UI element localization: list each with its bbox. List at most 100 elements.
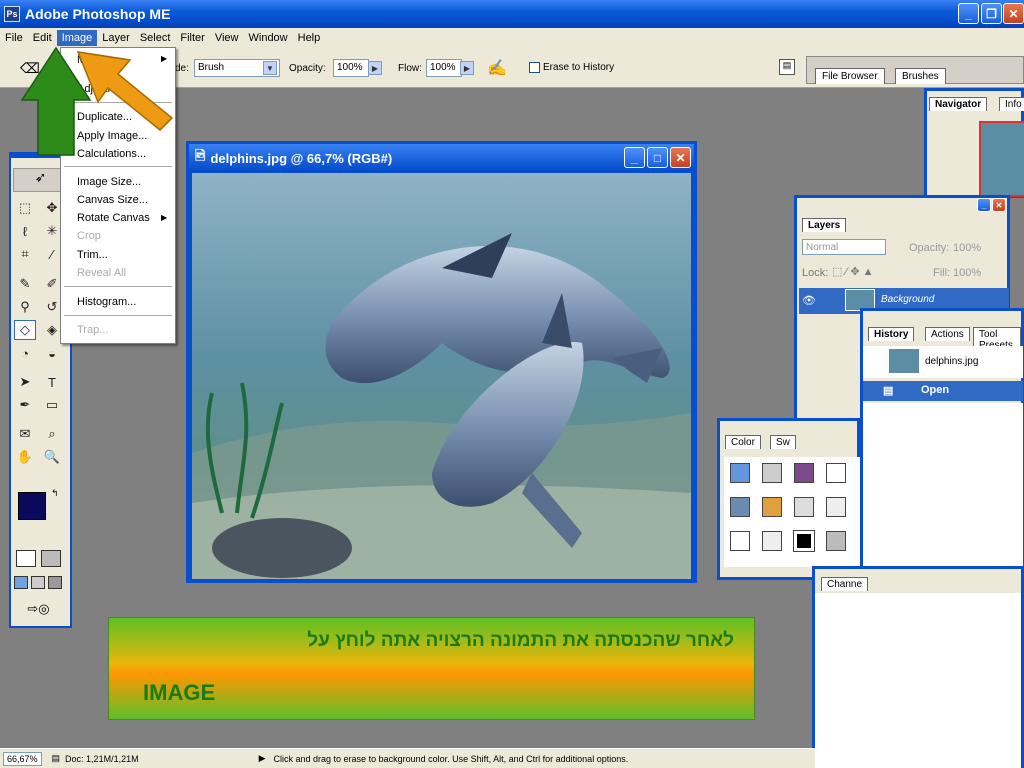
history-state-row[interactable]: ▤ Open <box>863 381 1023 401</box>
style-swatch[interactable] <box>826 463 846 483</box>
tab-brushes[interactable]: Brushes <box>895 68 946 84</box>
clone-stamp-tool-icon[interactable]: ⚲ <box>14 297 36 317</box>
opacity-arrow-icon[interactable]: ▶ <box>368 61 382 75</box>
orange-diagonal-arrow-icon <box>76 51 174 132</box>
style-swatch[interactable] <box>794 497 814 517</box>
menu-item-histogram[interactable]: Histogram... <box>77 294 136 310</box>
quick-mask-mode-icon[interactable] <box>41 550 61 567</box>
fill-value[interactable]: 100% <box>953 267 981 279</box>
doc-size: Doc: 1,21M/1,21M <box>65 753 139 764</box>
foreground-color-swatch[interactable] <box>18 492 46 520</box>
layers-minimize-button[interactable]: _ <box>977 198 991 212</box>
zoom-field[interactable]: 66,67% <box>3 751 42 766</box>
image-canvas[interactable] <box>192 173 691 579</box>
swap-colors-icon[interactable]: ↰ <box>51 488 59 499</box>
swatches-panel: Color Sw <box>717 418 860 580</box>
submenu-arrow-icon: ▶ <box>161 213 168 222</box>
menu-item-trim[interactable]: Trim... <box>77 247 108 263</box>
navigator-panel: Navigator Info <box>924 88 1024 198</box>
path-selection-tool-icon[interactable]: ➤ <box>14 372 36 392</box>
flow-input[interactable]: 100% <box>426 59 462 77</box>
tab-channels[interactable]: Channe <box>821 577 869 591</box>
image-window-title-bar: 🖻 delphins.jpg @ 66,7% (RGB#) <box>189 144 694 172</box>
style-swatch[interactable] <box>730 463 750 483</box>
screen-mode-full-menu-icon[interactable] <box>31 576 45 589</box>
tab-swatches[interactable]: Sw <box>770 435 796 449</box>
minimize-button[interactable]: _ <box>958 3 979 24</box>
menu-item-rotate-canvas[interactable]: Rotate Canvas <box>77 210 150 226</box>
palette-well-icon[interactable]: ▤ <box>779 59 795 75</box>
screen-mode-full-icon[interactable] <box>48 576 62 589</box>
style-swatch[interactable] <box>762 497 782 517</box>
menu-item-image-size[interactable]: Image Size... <box>77 174 141 190</box>
eraser-tool-icon[interactable]: ◇ <box>14 320 36 340</box>
jump-to-imageready-icon[interactable]: ⇨◎ <box>16 601 61 619</box>
tab-history[interactable]: History <box>868 327 915 341</box>
lasso-tool-icon[interactable]: ℓ <box>14 221 36 241</box>
caption-hebrew-text: לאחר שהכנסתה את התמונה הרצויה אתה לוחץ ע… <box>307 630 734 651</box>
dodge-tool-icon[interactable]: ◒ <box>41 343 63 363</box>
restore-button[interactable]: ❐ <box>981 3 1002 24</box>
tab-info[interactable]: Info <box>999 97 1024 111</box>
navigator-thumbnail[interactable] <box>979 121 1024 197</box>
layers-opacity-label: Opacity: <box>909 242 950 254</box>
style-swatch[interactable] <box>762 463 782 483</box>
style-swatch[interactable] <box>730 497 750 517</box>
status-arrow-icon[interactable]: ▶ <box>259 753 266 764</box>
pen-tool-icon[interactable]: ✒ <box>14 395 36 415</box>
menu-item-canvas-size[interactable]: Canvas Size... <box>77 192 148 208</box>
eyedropper-tool-icon[interactable]: ⌕ <box>41 424 63 444</box>
tab-color[interactable]: Color <box>725 435 761 449</box>
hand-tool-icon[interactable]: ✋ <box>14 447 36 467</box>
layers-close-button[interactable]: ✕ <box>992 198 1006 212</box>
tab-file-browser[interactable]: File Browser <box>815 68 885 84</box>
flow-label: Flow: <box>398 63 422 74</box>
history-snapshot-row[interactable]: delphins.jpg <box>863 346 1023 378</box>
image-minimize-button[interactable]: _ <box>624 147 645 168</box>
annotation-arrows <box>20 46 174 156</box>
style-swatch[interactable] <box>730 531 750 551</box>
app-title-bar: Ps Adobe Photoshop ME <box>0 0 1024 28</box>
airbrush-icon[interactable]: ✍ <box>487 58 507 78</box>
lock-icons[interactable]: ⬚ ⁄ ✥ ▲ <box>832 265 874 278</box>
close-button[interactable]: ✕ <box>1003 3 1024 24</box>
blur-tool-icon[interactable]: ◔ <box>14 343 36 363</box>
image-close-button[interactable]: ✕ <box>670 147 691 168</box>
style-swatch[interactable] <box>794 463 814 483</box>
marquee-tool-icon[interactable]: ⬚ <box>14 198 36 218</box>
style-swatch[interactable] <box>826 497 846 517</box>
style-swatch[interactable] <box>762 531 782 551</box>
eye-icon[interactable]: 👁 <box>802 294 816 307</box>
chevron-down-icon[interactable]: ▼ <box>263 61 277 75</box>
shape-tool-icon[interactable]: ▭ <box>41 395 63 415</box>
caption-image-text: IMAGE <box>143 680 216 705</box>
style-swatch[interactable] <box>826 531 846 551</box>
history-list <box>863 403 1023 571</box>
erase-to-history-checkbox[interactable] <box>529 62 540 73</box>
photoshop-logo-icon: Ps <box>4 6 20 22</box>
channels-list <box>815 593 1021 768</box>
healing-brush-tool-icon[interactable]: ✎ <box>14 274 36 294</box>
image-maximize-button[interactable]: □ <box>647 147 668 168</box>
blend-mode-select[interactable]: Normal <box>802 239 886 255</box>
flow-arrow-icon[interactable]: ▶ <box>460 61 474 75</box>
style-swatch[interactable] <box>793 530 815 552</box>
tab-actions[interactable]: Actions <box>925 327 970 341</box>
standard-mode-icon[interactable] <box>16 550 36 567</box>
type-tool-icon[interactable]: T <box>41 372 63 392</box>
zoom-tool-icon[interactable]: 🔍 <box>41 447 63 467</box>
menu-view[interactable]: View <box>210 30 244 46</box>
menu-window[interactable]: Window <box>244 30 293 46</box>
image-window: 🖻 delphins.jpg @ 66,7% (RGB#) _ □ ✕ <box>186 141 697 583</box>
crop-tool-icon[interactable]: ⌗ <box>14 244 36 264</box>
menu-help[interactable]: Help <box>293 30 326 46</box>
notes-tool-icon[interactable]: ✉ <box>14 424 36 444</box>
history-panel: History Actions Tool Presets delphins.jp… <box>860 308 1024 590</box>
screen-mode-standard-icon[interactable] <box>14 576 28 589</box>
opacity-input[interactable]: 100% <box>333 59 369 77</box>
layers-opacity-value[interactable]: 100% <box>953 242 981 254</box>
tab-layers[interactable]: Layers <box>802 218 847 232</box>
history-state-icon: ▤ <box>883 385 894 397</box>
tab-navigator[interactable]: Navigator <box>929 97 988 111</box>
menu-filter[interactable]: Filter <box>175 30 209 46</box>
